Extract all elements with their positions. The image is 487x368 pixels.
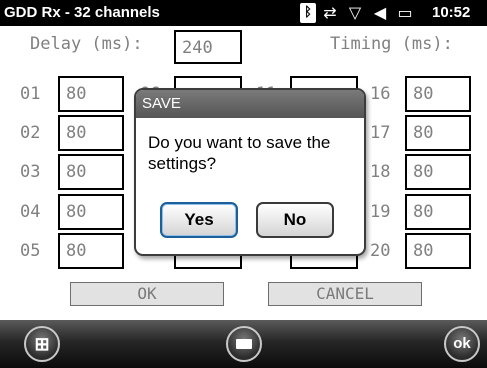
save-dialog: SAVE Do you want to save the settings? Y… — [134, 88, 366, 256]
channel-label: 18 — [370, 162, 391, 182]
status-bar: GDD Rx - 32 channels ᛒ ⇄ ▽ ◀ ▭ 10:52 — [0, 0, 487, 26]
channel-input[interactable]: 80 — [405, 76, 471, 112]
channel-input[interactable]: 80 — [58, 194, 124, 230]
channel-label: 16 — [370, 84, 391, 104]
ok-softkey-button[interactable]: ok — [444, 326, 480, 362]
clock[interactable]: 10:52 — [432, 4, 470, 21]
windows-logo-icon: ⊞ — [34, 334, 50, 354]
channel-label: 19 — [370, 202, 391, 222]
battery-icon[interactable]: ▭ — [394, 3, 416, 23]
channel-input[interactable]: 80 — [405, 194, 471, 230]
channel-input[interactable]: 80 — [58, 233, 124, 269]
channel-label: 20 — [370, 241, 391, 261]
delay-label: Delay (ms): — [30, 34, 143, 54]
start-button[interactable]: ⊞ — [24, 326, 60, 362]
channel-label: 01 — [20, 84, 41, 104]
timing-label: Timing (ms): — [330, 34, 453, 54]
signal-off-icon[interactable]: ▽ — [344, 3, 366, 23]
yes-button[interactable]: Yes — [160, 202, 238, 238]
keyboard-button[interactable] — [226, 326, 262, 362]
channel-label: 04 — [20, 202, 41, 222]
channel-label: 05 — [20, 241, 41, 261]
window-title: GDD Rx - 32 channels — [4, 4, 160, 21]
keyboard-icon — [236, 339, 252, 349]
channel-label: 02 — [20, 123, 41, 143]
bottom-softkey-bar: ⊞ ok — [0, 320, 487, 368]
no-button[interactable]: No — [256, 202, 334, 238]
dialog-title: SAVE — [136, 90, 364, 118]
status-icons: ᛒ ⇄ ▽ ◀ ▭ — [300, 3, 419, 23]
bluetooth-icon[interactable]: ᛒ — [300, 3, 316, 23]
channel-input[interactable]: 80 — [58, 154, 124, 190]
channel-input[interactable]: 80 — [405, 115, 471, 151]
channel-input[interactable]: 80 — [58, 76, 124, 112]
channel-input[interactable]: 80 — [58, 115, 124, 151]
channel-label: 17 — [370, 123, 391, 143]
channel-input[interactable]: 80 — [405, 154, 471, 190]
channel-label: 03 — [20, 162, 41, 182]
cancel-button[interactable]: CANCEL — [268, 282, 422, 306]
delay-input[interactable]: 240 — [174, 30, 242, 64]
channel-input[interactable]: 80 — [405, 233, 471, 269]
sync-icon[interactable]: ⇄ — [319, 3, 341, 23]
volume-mute-icon[interactable]: ◀ — [369, 3, 391, 23]
dialog-message: Do you want to save the settings? — [148, 133, 331, 173]
ok-button[interactable]: OK — [70, 282, 224, 306]
